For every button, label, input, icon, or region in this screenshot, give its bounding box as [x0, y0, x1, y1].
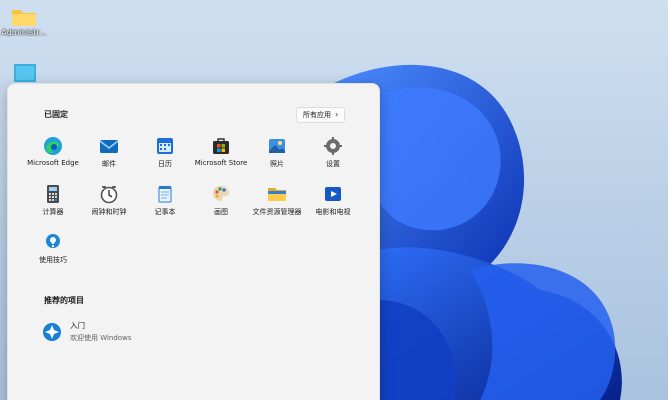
tips-icon [46, 234, 60, 248]
folder-icon [268, 188, 286, 201]
recommended-item-subtitle: 欢迎使用 Windows [70, 334, 132, 342]
recommended-item-title: 入门 [70, 321, 85, 330]
desktop-icon-label: Administr... [1, 28, 47, 37]
get-started-icon [43, 322, 61, 341]
app-name: 日历 [158, 160, 172, 168]
pinned-app-edge[interactable]: Microsoft Edge [22, 136, 84, 180]
app-name: 使用技巧 [39, 256, 67, 264]
calendar-icon [157, 138, 173, 154]
pinned-app-file-explorer[interactable]: 文件资源管理器 [246, 184, 308, 228]
monitor-icon [14, 64, 36, 82]
desktop-icon-pc[interactable] [0, 62, 48, 84]
start-menu: 已固定 所有应用 › Microsoft Edge 邮件 日历 Microsof… [7, 83, 380, 400]
pinned-app-settings[interactable]: 设置 [302, 136, 364, 180]
clock-icon [100, 186, 118, 204]
app-name: 计算器 [42, 208, 64, 216]
pinned-app-clock[interactable]: 闹钟和时钟 [78, 184, 140, 228]
settings-icon [324, 137, 342, 155]
pinned-app-calculator[interactable]: 计算器 [22, 184, 84, 228]
store-icon [213, 138, 229, 154]
pinned-app-tips[interactable]: 使用技巧 [22, 232, 84, 276]
pinned-app-store[interactable]: Microsoft Store [190, 136, 252, 180]
notepad-icon [158, 186, 172, 203]
recommended-item[interactable]: 入门 欢迎使用 Windows [42, 320, 131, 343]
app-name: 闹钟和时钟 [91, 208, 127, 216]
app-name: 照片 [270, 160, 284, 168]
movies-icon [325, 187, 341, 201]
app-name: 记事本 [154, 208, 176, 216]
desktop-icon-user-folder[interactable]: Administr... [0, 6, 48, 37]
calculator-icon [47, 185, 59, 203]
folder-icon [12, 10, 36, 26]
pinned-app-calendar[interactable]: 日历 [134, 136, 196, 180]
edge-icon [44, 137, 62, 155]
app-name: Microsoft Edge [27, 159, 79, 167]
recommended-title: 推荐的项目 [44, 296, 84, 305]
app-name: 画图 [214, 208, 228, 216]
pinned-app-notepad[interactable]: 记事本 [134, 184, 196, 228]
pinned-app-photos[interactable]: 照片 [246, 136, 308, 180]
all-apps-button[interactable]: 所有应用 › [296, 107, 346, 123]
desktop: Administr... 已固定 所有应用 › Microsoft Edge 邮… [0, 0, 668, 400]
pinned-app-paint[interactable]: 画图 [190, 184, 252, 228]
app-name: 邮件 [102, 160, 116, 168]
app-name: 设置 [326, 160, 340, 168]
photos-icon [269, 139, 285, 153]
paint-icon [213, 186, 229, 201]
pinned-app-movies[interactable]: 电影和电视 [302, 184, 364, 228]
app-name: Microsoft Store [194, 159, 248, 167]
pinned-title: 已固定 [44, 110, 68, 119]
app-name: 文件资源管理器 [252, 208, 302, 216]
chevron-right-icon: › [335, 110, 339, 119]
all-apps-label: 所有应用 [303, 111, 331, 119]
pinned-app-mail[interactable]: 邮件 [78, 136, 140, 180]
app-name: 电影和电视 [315, 208, 351, 216]
mail-icon [99, 140, 119, 153]
